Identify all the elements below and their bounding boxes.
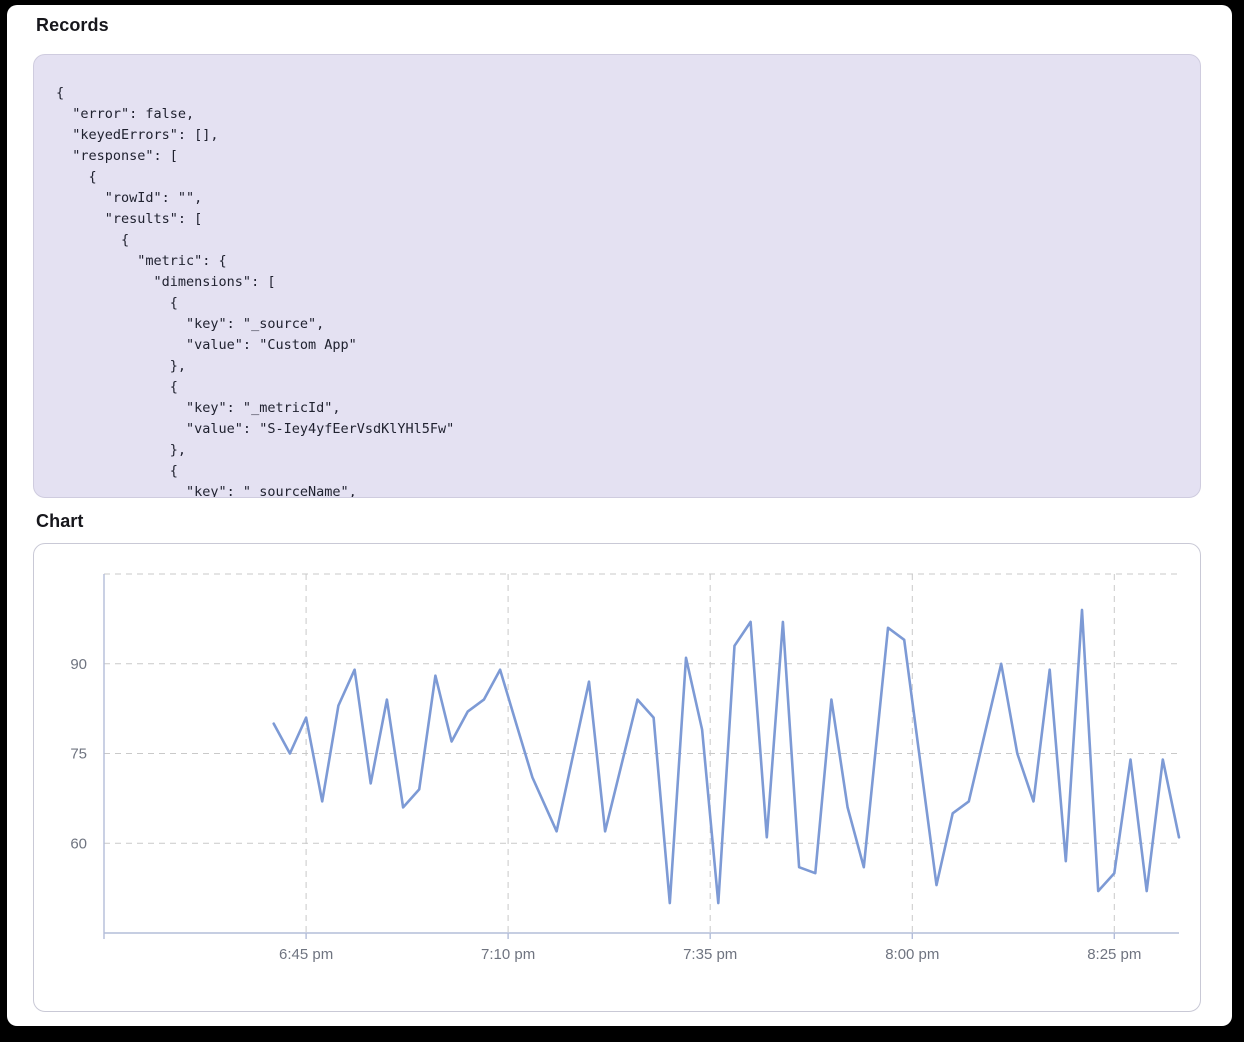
y-axis-labels: 60 75 90 xyxy=(70,656,87,853)
x-axis-labels: 6:45 pm 7:10 pm 7:35 pm 8:00 pm 8:25 pm xyxy=(279,946,1141,963)
app-surface: Records { "error": false, "keyedErrors":… xyxy=(7,5,1232,1026)
records-section-title: Records xyxy=(36,15,109,36)
x-tick-label: 6:45 pm xyxy=(279,946,333,963)
page-frame: Records { "error": false, "keyedErrors":… xyxy=(0,0,1244,1042)
metric-line-series xyxy=(274,610,1179,903)
x-tick-label: 8:25 pm xyxy=(1087,946,1141,963)
x-tick-label: 7:10 pm xyxy=(481,946,535,963)
records-json-viewer[interactable]: { "error": false, "keyedErrors": [], "re… xyxy=(33,54,1201,498)
y-tick-label: 90 xyxy=(70,656,87,673)
line-chart: 60 75 90 6:45 pm 7:10 pm 7:35 pm 8:00 pm 8:25 p… xyxy=(34,544,1200,1011)
y-tick-label: 60 xyxy=(70,835,87,852)
chart-card: 60 75 90 6:45 pm 7:10 pm 7:35 pm 8:00 pm 8:25 p… xyxy=(33,543,1201,1012)
x-tick-label: 8:00 pm xyxy=(885,946,939,963)
x-tick-label: 7:35 pm xyxy=(683,946,737,963)
y-tick-label: 75 xyxy=(70,746,87,763)
chart-section-title: Chart xyxy=(36,511,84,532)
records-json-text: { "error": false, "keyedErrors": [], "re… xyxy=(34,55,1200,498)
